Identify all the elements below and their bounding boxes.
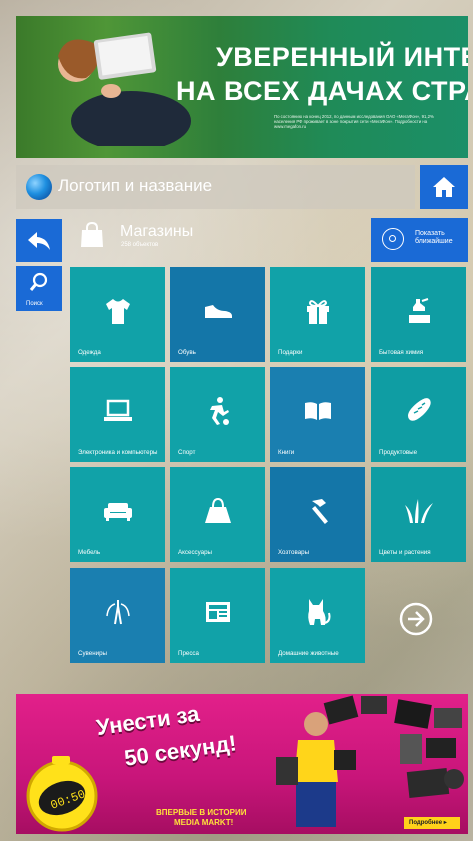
tile-label: Хозтовары <box>278 549 310 556</box>
newspaper-icon <box>205 602 230 622</box>
hammer-icon <box>311 499 328 524</box>
home-icon <box>433 177 455 197</box>
logo-globe-icon <box>26 174 52 200</box>
show-nearest-label: Показать ближайшие <box>415 230 453 245</box>
running-man-image <box>276 712 356 827</box>
title-bar: Логотип и название <box>16 165 415 209</box>
woman-with-tablet-image <box>58 32 191 146</box>
location-icon <box>382 228 404 250</box>
stopwatch-image: 00:50 <box>26 756 98 832</box>
category-title: Магазины <box>120 223 194 240</box>
tile-accessories[interactable]: Аксессуары <box>170 467 265 562</box>
tile-flowers-plants[interactable]: Цветы и растения <box>371 467 466 562</box>
handbag-icon <box>204 497 231 523</box>
shoe-icon <box>204 305 232 318</box>
tile-label: Домашние животные <box>278 650 339 657</box>
tile-press[interactable]: Пресса <box>170 568 265 663</box>
top-ad-banner[interactable]: УВЕРЕННЫЙ ИНТЕРНЕТ НА ВСЕХ ДАЧАХ СТРАНЫ … <box>16 16 468 158</box>
tile-label: Продуктовые <box>379 449 418 456</box>
back-button[interactable] <box>16 219 62 262</box>
banner-headline-2: НА ВСЕХ ДАЧАХ СТРАНЫ <box>176 76 468 106</box>
page-title: Логотип и название <box>58 176 213 195</box>
search-button-label: Поиск <box>26 301 43 307</box>
tile-shoes[interactable]: Обувь <box>170 267 265 362</box>
tile-gifts[interactable]: Подарки <box>270 267 365 362</box>
tshirt-icon <box>105 299 130 324</box>
sofa-icon <box>103 503 132 521</box>
tile-label: Сувениры <box>78 650 107 657</box>
bottom-ad-banner[interactable]: Унести за 50 секунд! 00:50 ВПЕРВЫЕ В ИСТ… <box>16 694 468 834</box>
tile-label: Одежда <box>78 349 101 356</box>
football-player-icon <box>209 397 229 425</box>
shopping-bag-icon <box>81 222 103 247</box>
tile-label: Обувь <box>178 349 196 356</box>
banner-fine-print: По состоянию на конец 2012, по данным ис… <box>274 114 434 129</box>
tile-household-chemicals[interactable]: Бытовая химия <box>371 267 466 362</box>
show-nearest-button[interactable]: Показать ближайшие <box>371 218 468 262</box>
tile-sport[interactable]: Спорт <box>170 367 265 462</box>
tile-electronics[interactable]: Электроника и компьютеры <box>70 367 165 462</box>
banner-headline-1: Унести за <box>94 700 201 741</box>
tile-clothing[interactable]: Одежда <box>70 267 165 362</box>
next-page-arrow-icon[interactable] <box>398 601 434 637</box>
tile-label: Бытовая химия <box>379 349 424 356</box>
back-arrow-icon <box>28 231 50 250</box>
home-button[interactable] <box>420 165 468 209</box>
laptop-icon <box>103 399 132 421</box>
tile-label: Книги <box>278 449 295 456</box>
tower-icon <box>105 600 130 625</box>
banner-headline-2: 50 секунд! <box>122 730 239 771</box>
tile-label: Спорт <box>178 449 196 456</box>
tile-label: Цветы и растения <box>379 549 431 556</box>
cleaning-icon <box>408 298 430 323</box>
search-icon <box>29 272 48 291</box>
gift-icon <box>306 300 329 324</box>
cat-icon <box>307 599 330 625</box>
tile-label: Мебель <box>78 549 101 556</box>
category-count: 258 объектов <box>121 242 159 248</box>
bread-icon <box>407 398 431 421</box>
tile-books[interactable]: Книги <box>270 367 365 462</box>
tile-furniture[interactable]: Мебель <box>70 467 165 562</box>
search-button[interactable]: Поиск <box>16 266 62 311</box>
tile-label: Подарки <box>278 349 303 356</box>
tile-label: Электроника и компьютеры <box>78 449 158 456</box>
tile-label: Аксессуары <box>178 549 212 556</box>
tile-label: Пресса <box>178 650 199 657</box>
promo-line-1: ВПЕРВЫЕ В ИСТОРИИ <box>156 808 247 817</box>
book-icon <box>304 402 331 420</box>
banner-headline-1: УВЕРЕННЫЙ ИНТЕРНЕТ <box>216 42 468 72</box>
tile-hardware[interactable]: Хозтовары <box>270 467 365 562</box>
tile-souvenirs[interactable]: Сувениры <box>70 568 165 663</box>
more-details-button[interactable]: Подробнее ▸ <box>404 817 460 829</box>
tile-pets[interactable]: Домашние животные <box>270 568 365 663</box>
promo-line-2: MEDIA MARKT! <box>174 818 234 827</box>
tile-groceries[interactable]: Продуктовые <box>371 367 466 462</box>
grass-icon <box>404 499 433 523</box>
